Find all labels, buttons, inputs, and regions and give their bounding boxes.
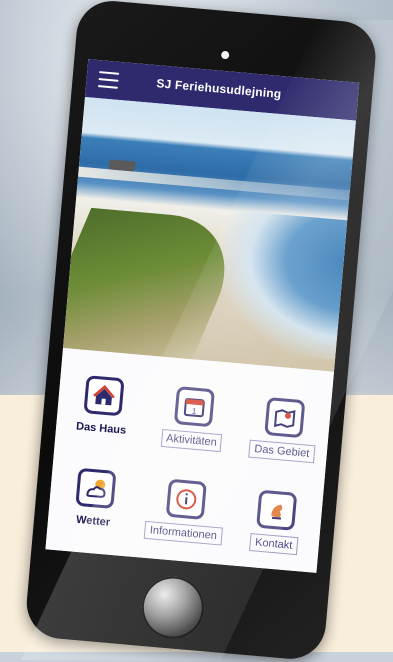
- home-button[interactable]: [139, 573, 207, 642]
- calendar-icon: 1: [173, 386, 216, 428]
- phone-screen: SJ Feriehusudlejning Das Haus 1 Aktivitä…: [45, 59, 360, 573]
- camera-icon: [220, 50, 230, 60]
- tile-label-wetter: Wetter: [75, 513, 111, 529]
- phone-body: SJ Feriehusudlejning Das Haus 1 Aktivitä…: [23, 0, 379, 662]
- hamburger-menu-icon[interactable]: [97, 71, 120, 89]
- house-icon: [83, 375, 125, 417]
- smartphone: SJ Feriehusudlejning Das Haus 1 Aktivitä…: [23, 0, 380, 662]
- app-title: SJ Feriehusudlejning: [155, 76, 282, 102]
- hero-coast-photo: [63, 96, 356, 372]
- tile-label-das-gebiet: Das Gebiet: [248, 439, 316, 464]
- tile-label-informationen: Informationen: [144, 520, 223, 546]
- tile-kontakt[interactable]: Kontakt: [228, 487, 323, 557]
- weather-sun-cloud-icon: [75, 467, 117, 509]
- info-icon: [165, 478, 207, 520]
- tile-label-aktivitaeten: Aktivitäten: [160, 428, 223, 453]
- tile-wetter[interactable]: Wetter: [48, 466, 143, 534]
- tile-aktivitaeten[interactable]: 1 Aktivitäten: [146, 384, 241, 454]
- tile-label-kontakt: Kontakt: [249, 533, 299, 556]
- tile-das-haus[interactable]: Das Haus: [56, 373, 151, 441]
- menu-tiles-grid: Das Haus 1 Aktivitäten Das Gebiet Wetter…: [45, 347, 334, 573]
- contact-icon: [256, 489, 298, 531]
- map-pin-icon: [264, 397, 306, 439]
- tile-label-das-haus: Das Haus: [75, 420, 127, 437]
- tile-das-gebiet[interactable]: Das Gebiet: [236, 395, 331, 465]
- tile-informationen[interactable]: Informationen: [138, 476, 233, 546]
